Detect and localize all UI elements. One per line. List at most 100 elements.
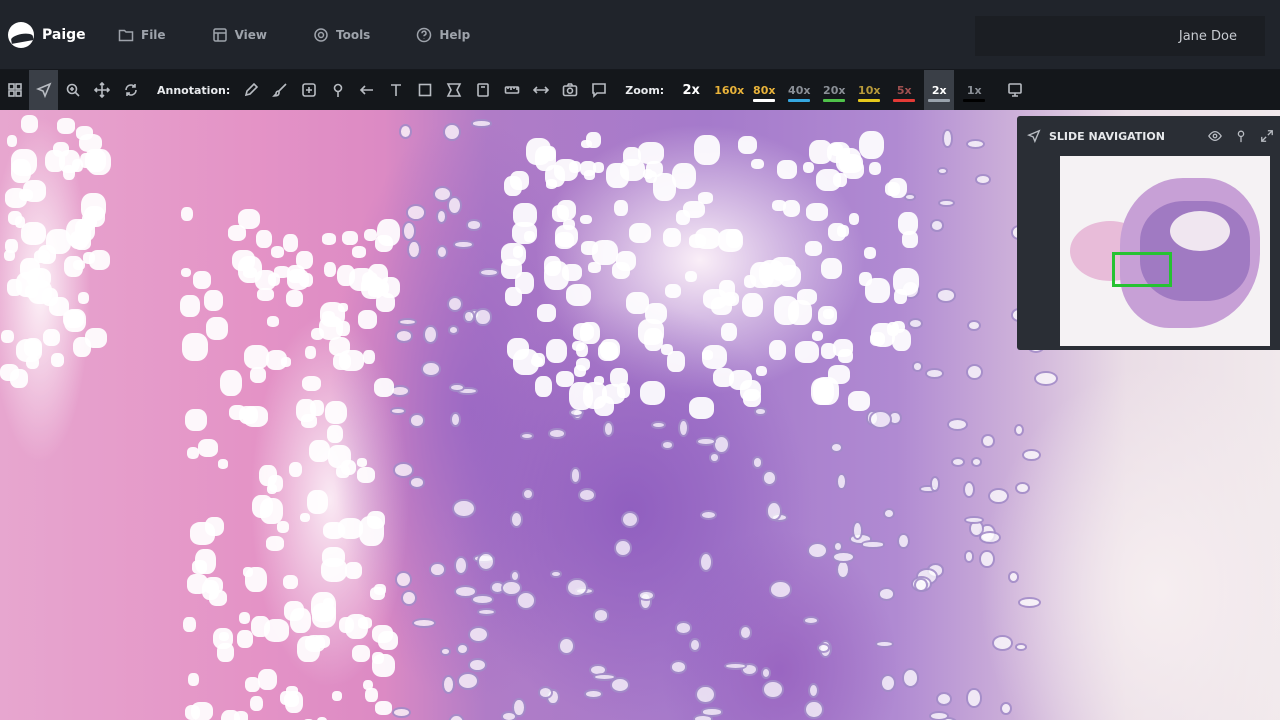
label-tool-button[interactable]	[468, 70, 497, 110]
pin-tool-button[interactable]	[323, 70, 352, 110]
tissue-gland	[660, 440, 675, 451]
tissue-gland	[883, 508, 896, 519]
rotate-tool-button[interactable]	[116, 70, 145, 110]
zoom-option-2x[interactable]: 2x	[924, 70, 955, 110]
rectangle-tool-button[interactable]	[410, 70, 439, 110]
tissue-fat-cell	[501, 243, 526, 267]
zoom-label: Zoom:	[625, 83, 665, 97]
present-button[interactable]	[1000, 70, 1029, 110]
zoom-option-20x[interactable]: 20x	[819, 70, 849, 110]
arrow-tool-button[interactable]	[352, 70, 381, 110]
tissue-fat-cell	[185, 408, 208, 432]
user-menu[interactable]: Jane Doe	[975, 16, 1265, 56]
tissue-fat-cell	[515, 271, 535, 294]
ruler-tool-button[interactable]	[497, 70, 526, 110]
viewport-indicator[interactable]	[1112, 252, 1172, 287]
tissue-gland	[520, 431, 535, 441]
select-tool-button[interactable]	[29, 70, 58, 110]
tissue-gland	[453, 556, 468, 576]
tissue-fat-cell	[367, 511, 386, 529]
tissue-gland	[512, 697, 526, 717]
zoom-option-5x[interactable]: 5x	[889, 70, 919, 110]
menu-help[interactable]: Help	[416, 27, 470, 43]
tissue-fat-cell	[756, 365, 768, 377]
tissue-fat-cell	[308, 440, 330, 463]
add-region-button[interactable]	[294, 70, 323, 110]
polygon-tool-button[interactable]	[439, 70, 468, 110]
tissue-fat-cell	[288, 462, 303, 478]
tissue-fat-cell	[263, 618, 290, 642]
tissue-fat-cell	[236, 630, 253, 648]
menu-view[interactable]: View	[212, 27, 267, 43]
tissue-fat-cell	[702, 288, 727, 309]
pen-tool-button[interactable]	[236, 70, 265, 110]
tissue-fat-cell	[186, 446, 200, 459]
pin-icon[interactable]	[1234, 129, 1248, 143]
tissue-gland	[700, 707, 724, 717]
menu-help-label: Help	[439, 27, 471, 42]
move-icon	[93, 82, 110, 98]
menu-tools-label: Tools	[335, 27, 371, 42]
zoom-option-40x[interactable]: 40x	[784, 70, 814, 110]
tissue-fat-cell	[694, 135, 720, 165]
tissue-fat-cell	[865, 278, 890, 303]
tissue-gland	[443, 122, 461, 141]
tissue-fat-cell	[7, 279, 23, 296]
ruler-icon	[504, 86, 520, 94]
paige-logo-icon	[8, 21, 34, 48]
tissue-fat-cell	[725, 295, 737, 304]
tissue-gland	[966, 138, 986, 150]
tissue-fat-cell	[565, 283, 592, 306]
tissue-fat-cell	[545, 165, 566, 188]
tissue-gland	[614, 539, 633, 558]
tissue-fat-cell	[639, 380, 666, 406]
tissue-gland	[880, 673, 897, 693]
tissue-gland	[537, 686, 553, 700]
zoom-option-1x[interactable]: 1x	[959, 70, 989, 110]
tissue-gland	[992, 634, 1013, 651]
measure-tool-button[interactable]	[526, 70, 555, 110]
eye-icon[interactable]	[1208, 129, 1222, 143]
zoom-tool-button[interactable]	[58, 70, 87, 110]
app-logo[interactable]: Paige	[8, 21, 108, 48]
tissue-fat-cell	[72, 336, 92, 358]
layout-toggle-button[interactable]	[0, 70, 29, 110]
tissue-fat-cell	[805, 241, 823, 256]
tissue-fat-cell	[73, 259, 86, 270]
camera-icon	[562, 83, 578, 97]
tissue-gland	[712, 434, 731, 455]
tissue-gland	[516, 591, 537, 610]
pan-tool-button[interactable]	[87, 70, 116, 110]
slide-thumbnail[interactable]	[1060, 156, 1270, 346]
tissue-gland	[938, 198, 955, 208]
brush-tool-button[interactable]	[265, 70, 294, 110]
tissue-gland	[509, 511, 523, 528]
tissue-gland	[1014, 643, 1027, 652]
snapshot-button[interactable]	[555, 70, 584, 110]
tissue-fat-cell	[323, 521, 345, 540]
expand-icon[interactable]	[1260, 129, 1274, 143]
tissue-gland	[592, 672, 616, 681]
tissue-fat-cell	[689, 234, 707, 248]
tissue-gland	[963, 550, 975, 563]
tissue-fat-cell	[701, 344, 727, 369]
menu-file[interactable]: File	[118, 27, 166, 43]
tissue-gland	[466, 219, 482, 231]
zoom-option-10x[interactable]: 10x	[854, 70, 884, 110]
tissue-fat-cell	[201, 579, 220, 600]
menu-tools[interactable]: Tools	[313, 27, 370, 43]
tissue-fat-cell	[362, 350, 375, 364]
tissue-fat-cell	[579, 214, 592, 225]
text-tool-button[interactable]	[381, 70, 410, 110]
tissue-fat-cell	[897, 212, 919, 236]
zoom-option-160x[interactable]: 160x	[714, 70, 744, 110]
tissue-fat-cell	[667, 351, 685, 372]
tissue-fat-cell	[370, 586, 385, 601]
tissue-fat-cell	[828, 365, 850, 385]
annotation-label: Annotation:	[157, 83, 231, 97]
tissue-fat-cell	[257, 287, 274, 302]
tissue-gland	[696, 436, 716, 446]
plus-square-icon	[301, 83, 316, 97]
comment-tool-button[interactable]	[584, 70, 613, 110]
zoom-option-80x[interactable]: 80x	[749, 70, 779, 110]
